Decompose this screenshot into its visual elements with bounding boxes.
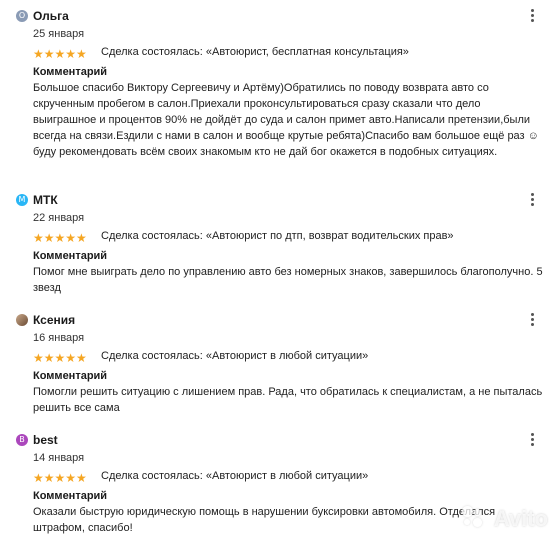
more-options-icon[interactable] (526, 432, 538, 448)
deal-status: Сделка состоялась: «Автоюрист в любой си… (101, 470, 369, 482)
comment-text: Помогли решить ситуацию с лишением прав.… (33, 386, 543, 414)
stars-icon: ★★★★★ (33, 231, 87, 245)
star-rating: ★★★★★ (33, 45, 88, 63)
comment-title: Комментарий (33, 490, 108, 502)
reviewer-name[interactable]: best (33, 433, 58, 447)
review-card: Ксения 16 января ★★★★★ Сделка состоялась… (0, 310, 560, 416)
star-rating: ★★★★★ (33, 469, 88, 487)
comment-text: Помог мне выиграть дело по управлению ав… (33, 266, 543, 294)
reviewer-name[interactable]: Ольга (33, 9, 69, 23)
avito-watermark: Avito (493, 506, 548, 531)
stars-icon: ★★★★★ (33, 47, 87, 61)
comment-title: Комментарий (33, 370, 108, 382)
avatar: M (16, 194, 28, 206)
review-date: 14 января (33, 452, 85, 464)
review-card: О Ольга 25 января ★★★★★ Сделка состоялас… (0, 6, 560, 160)
avatar: О (16, 10, 28, 22)
deal-status: Сделка состоялась: «Автоюрист в любой си… (101, 350, 369, 362)
star-rating: ★★★★★ (33, 349, 88, 367)
comment-title: Комментарий (33, 250, 108, 262)
review-date: 22 января (33, 212, 85, 224)
more-options-icon[interactable] (526, 312, 538, 328)
review-card: M МТК 22 января ★★★★★ Сделка состоялась:… (0, 190, 560, 296)
avito-logo-icon (462, 506, 484, 528)
more-options-icon[interactable] (526, 192, 538, 208)
avatar: B (16, 434, 28, 446)
stars-icon: ★★★★★ (33, 471, 87, 485)
comment-title: Комментарий (33, 66, 108, 78)
reviewer-name[interactable]: Ксения (33, 313, 75, 327)
reviewer-name[interactable]: МТК (33, 193, 58, 207)
review-date: 16 января (33, 332, 85, 344)
more-options-icon[interactable] (526, 8, 538, 24)
deal-status: Сделка состоялась: «Автоюрист, бесплатна… (101, 46, 409, 58)
avatar (16, 314, 28, 326)
star-rating: ★★★★★ (33, 229, 88, 247)
comment-text: Большое спасибо Виктору Сергеевичу и Арт… (33, 82, 539, 158)
review-date: 25 января (33, 28, 85, 40)
stars-icon: ★★★★★ (33, 351, 87, 365)
deal-status: Сделка состоялась: «Автоюрист по дтп, во… (101, 230, 454, 242)
